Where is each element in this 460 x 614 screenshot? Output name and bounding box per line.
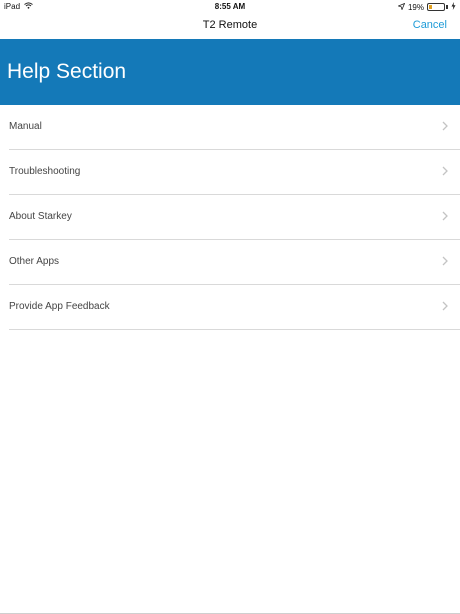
- status-right: 19%: [397, 2, 456, 12]
- location-arrow-icon: [397, 2, 406, 12]
- menu-item-provide-feedback[interactable]: Provide App Feedback: [9, 285, 460, 330]
- battery-icon: [427, 3, 445, 11]
- menu-item-label: Manual: [9, 121, 42, 132]
- menu-item-label: Provide App Feedback: [9, 301, 110, 312]
- menu-item-other-apps[interactable]: Other Apps: [9, 240, 460, 285]
- chevron-right-icon: [442, 121, 448, 131]
- menu-item-label: Troubleshooting: [9, 166, 81, 177]
- chevron-right-icon: [442, 211, 448, 221]
- header-banner: Help Section: [0, 39, 460, 105]
- chevron-right-icon: [442, 256, 448, 266]
- battery-tip: [446, 5, 448, 9]
- battery-percent: 19%: [407, 2, 424, 12]
- menu-item-label: About Starkey: [9, 211, 72, 222]
- chevron-right-icon: [442, 166, 448, 176]
- status-bar: iPad 8:55 AM 19%: [0, 0, 460, 13]
- help-menu-list: Manual Troubleshooting About Starkey Oth…: [0, 105, 460, 330]
- status-time: 8:55 AM: [214, 2, 246, 11]
- menu-item-manual[interactable]: Manual: [9, 105, 460, 150]
- page-title: Help Section: [7, 60, 127, 83]
- menu-item-label: Other Apps: [9, 256, 60, 267]
- battery-level: [429, 5, 432, 9]
- chevron-right-icon: [442, 301, 448, 311]
- nav-title: T2 Remote: [202, 19, 258, 31]
- cancel-button[interactable]: Cancel: [413, 19, 447, 31]
- navigation-bar: T2 Remote Cancel: [0, 13, 460, 39]
- menu-item-troubleshooting[interactable]: Troubleshooting: [9, 150, 460, 195]
- menu-item-about-starkey[interactable]: About Starkey: [9, 195, 460, 240]
- charging-bolt-icon: [451, 2, 456, 12]
